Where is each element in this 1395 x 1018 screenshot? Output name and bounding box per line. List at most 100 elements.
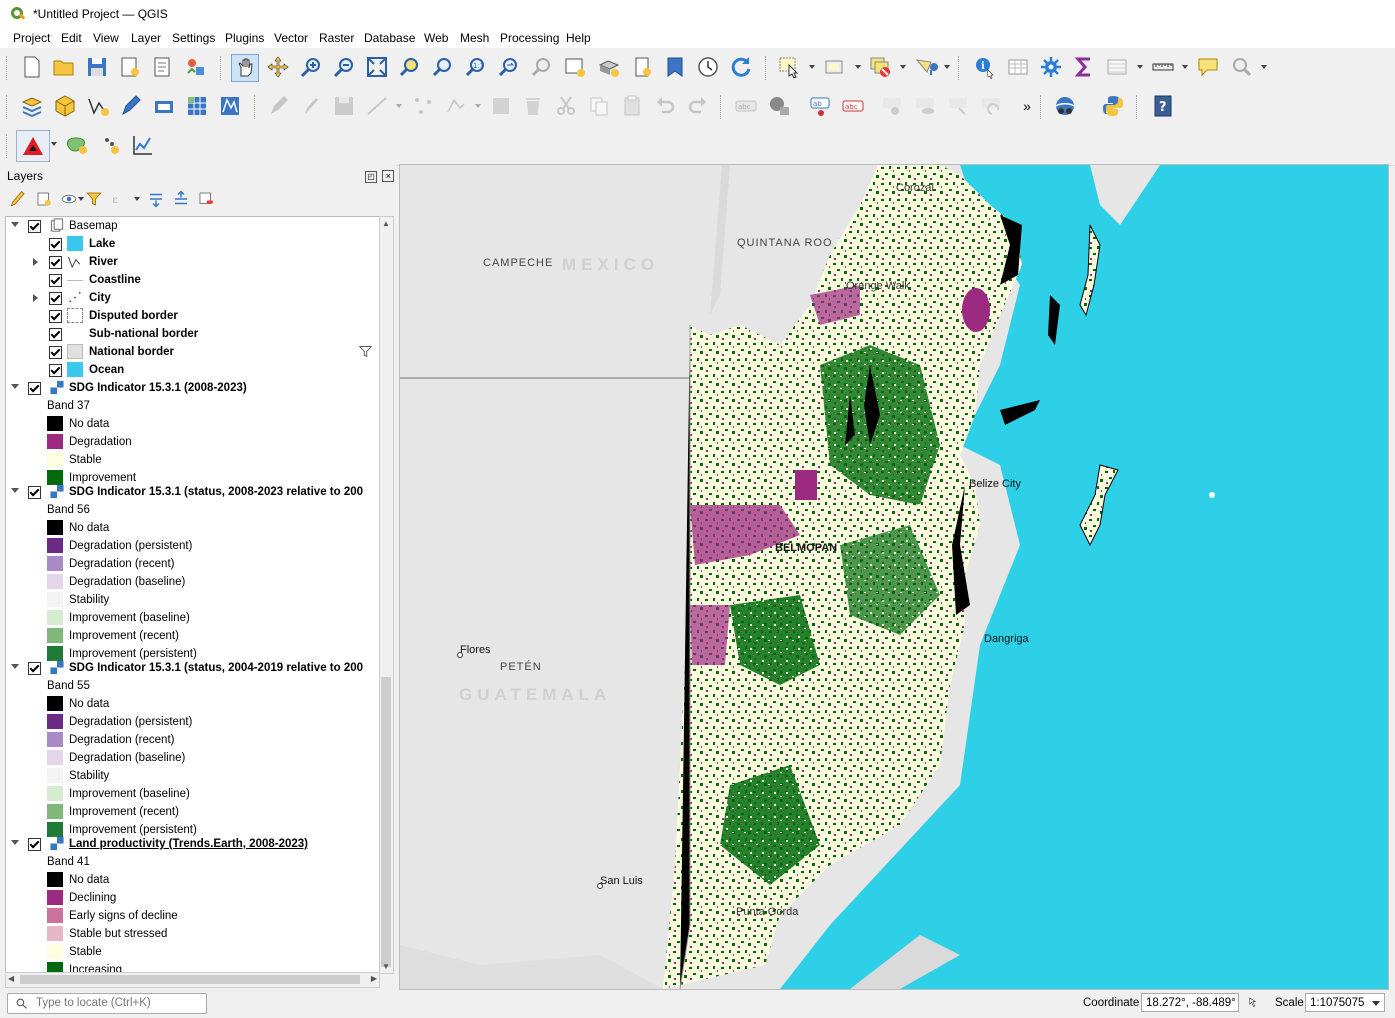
menu-raster[interactable]: Raster [319, 31, 354, 45]
layer-checkbox[interactable] [49, 274, 62, 287]
layer-item-sdg-status-2008-2023[interactable]: SDG Indicator 15.3.1 (status, 2008-2023 … [6, 483, 379, 501]
add-wms-layer-icon[interactable] [151, 93, 177, 119]
new-project-icon[interactable] [19, 54, 45, 80]
open-field-calculator-icon[interactable] [1104, 54, 1130, 80]
menu-view[interactable]: View [93, 31, 119, 45]
highlight-pinned-labels-icon[interactable]: ab [808, 93, 834, 119]
delete-selected-icon[interactable] [520, 93, 546, 119]
add-point-icon[interactable] [98, 132, 124, 158]
menu-help[interactable]: Help [566, 31, 591, 45]
attribute-table-icon[interactable] [1005, 54, 1031, 80]
move-label-icon[interactable] [946, 93, 972, 119]
vertex-editor-icon[interactable] [443, 93, 469, 119]
show-hide-labels-icon[interactable] [913, 93, 939, 119]
redo-icon[interactable] [685, 93, 711, 119]
digitize-pen-icon[interactable] [118, 93, 144, 119]
layer-item-sub-national-border[interactable]: Sub-national border [6, 325, 379, 343]
filter-indicator-icon[interactable] [358, 344, 373, 359]
current-edits-icon[interactable] [266, 93, 292, 119]
layer-styling-icon[interactable] [7, 188, 29, 210]
deselect-features-icon[interactable] [867, 54, 893, 80]
cut-features-icon[interactable] [553, 93, 579, 119]
map-tips-icon[interactable] [1195, 54, 1221, 80]
expand-arrow-icon[interactable] [33, 258, 38, 266]
processing-plugin-icon[interactable] [1052, 93, 1078, 119]
trends-earth-icon[interactable] [16, 130, 50, 162]
coordinate-field[interactable]: 18.272°, -88.489° [1141, 993, 1239, 1012]
new-map-view-icon[interactable] [562, 54, 588, 80]
menu-web[interactable]: Web [424, 31, 448, 45]
zoom-native-icon[interactable]: 1:1 [463, 54, 489, 80]
menu-processing[interactable]: Processing [500, 31, 559, 45]
new-3d-map-view-icon[interactable] [596, 54, 622, 80]
plot-chart-icon[interactable] [130, 132, 156, 158]
expand-all-icon[interactable] [145, 188, 167, 210]
layer-tree-vertical-scrollbar[interactable]: ▲ ▼ [379, 216, 394, 974]
layer-checkbox[interactable] [28, 382, 41, 395]
zoom-to-selection-icon[interactable] [397, 54, 423, 80]
add-vector-layer-icon[interactable] [85, 93, 111, 119]
unplaced-labels-icon[interactable]: abc [840, 93, 866, 119]
scrollbar-thumb[interactable] [381, 677, 391, 967]
refresh-icon[interactable] [728, 54, 754, 80]
menu-edit[interactable]: Edit [61, 31, 82, 45]
new-geopackage-layer-icon[interactable] [52, 93, 78, 119]
measure-line-icon[interactable] [1150, 54, 1176, 80]
layer-checkbox[interactable] [49, 238, 62, 251]
undo-icon[interactable] [652, 93, 678, 119]
layer-item-ocean[interactable]: Ocean [6, 361, 379, 379]
zoom-next-icon[interactable] [529, 54, 555, 80]
collapse-arrow-icon[interactable] [11, 840, 19, 845]
remove-layer-icon[interactable] [195, 188, 217, 210]
layer-item-city[interactable]: City [6, 289, 379, 307]
add-group-icon[interactable] [33, 188, 55, 210]
manage-visibility-icon[interactable] [58, 188, 80, 210]
add-raster-layer-icon[interactable] [184, 93, 210, 119]
select-by-value-icon[interactable] [822, 54, 848, 80]
layer-checkbox[interactable] [28, 220, 41, 233]
temporal-controller-icon[interactable] [695, 54, 721, 80]
menu-database[interactable]: Database [364, 31, 415, 45]
filter-legend-icon[interactable] [83, 188, 105, 210]
layer-item-coastline[interactable]: Coastline [6, 271, 379, 289]
zoom-to-layer-icon[interactable] [430, 54, 456, 80]
map-canvas[interactable]: CAMPECHE MEXICO QUINTANA ROO PETÉN GUATE… [399, 164, 1389, 990]
paste-features-icon[interactable] [619, 93, 645, 119]
filter-by-expression-icon[interactable]: ε [108, 188, 130, 210]
toolbar-overflow-icon[interactable]: » [1014, 93, 1040, 119]
layer-checkbox[interactable] [49, 292, 62, 305]
help-contents-icon[interactable]: ? [1150, 93, 1176, 119]
collapse-arrow-icon[interactable] [11, 664, 19, 669]
layer-checkbox[interactable] [49, 310, 62, 323]
collapse-all-icon[interactable] [170, 188, 192, 210]
layer-checkbox[interactable] [49, 346, 62, 359]
pin-labels-icon[interactable] [880, 93, 906, 119]
collapse-arrow-icon[interactable] [11, 488, 19, 493]
layer-group-basemap[interactable]: Basemap [6, 217, 379, 235]
scrollbar-thumb[interactable] [20, 975, 360, 984]
new-print-layout-icon[interactable] [117, 54, 143, 80]
layer-tree-horizontal-scrollbar[interactable]: ◀ ▶ [5, 972, 380, 988]
select-by-location-icon[interactable] [913, 54, 939, 80]
load-dataset-icon[interactable] [64, 132, 90, 158]
menu-vector[interactable]: Vector [274, 31, 308, 45]
layer-checkbox[interactable] [49, 364, 62, 377]
float-panel-icon[interactable]: ◰ [365, 171, 377, 183]
open-project-icon[interactable] [51, 54, 77, 80]
digitize-line-icon[interactable] [364, 93, 390, 119]
show-bookmarks-icon[interactable] [662, 54, 688, 80]
copy-features-icon[interactable] [586, 93, 612, 119]
layer-item-lake[interactable]: Lake [6, 235, 379, 253]
toggle-editing-icon[interactable] [298, 93, 324, 119]
rotate-label-icon[interactable] [979, 93, 1005, 119]
vertex-tool-icon[interactable] [410, 93, 436, 119]
layer-item-sdg-status-2004-2019[interactable]: SDG Indicator 15.3.1 (status, 2004-2019 … [6, 659, 379, 677]
python-console-icon[interactable] [1100, 93, 1126, 119]
menu-project[interactable]: Project [13, 31, 50, 45]
layer-item-land-productivity[interactable]: Land productivity (Trends.Earth, 2008-20… [6, 835, 379, 853]
collapse-arrow-icon[interactable] [11, 222, 19, 227]
save-project-icon[interactable] [84, 54, 110, 80]
scale-selector[interactable]: 1:1075075 [1305, 993, 1385, 1012]
menu-settings[interactable]: Settings [172, 31, 215, 45]
layer-diagram-icon[interactable] [767, 93, 793, 119]
